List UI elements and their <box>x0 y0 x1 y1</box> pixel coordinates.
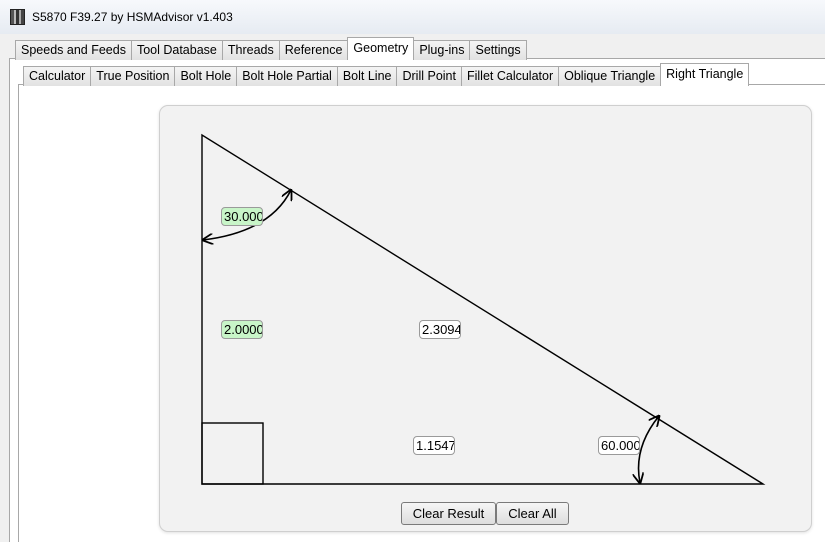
tab-oblique-triangle[interactable]: Oblique Triangle <box>558 66 662 86</box>
tab-drill-point[interactable]: Drill Point <box>396 66 462 86</box>
right-triangle-card <box>159 105 812 532</box>
angle-bottom-field[interactable]: 60.000 <box>598 436 640 455</box>
tab-tool-database[interactable]: Tool Database <box>130 40 223 60</box>
hypotenuse-field[interactable]: 2.3094 <box>419 320 461 339</box>
title-bar: S5870 F39.27 by HSMAdvisor v1.403 <box>0 0 825 35</box>
tab-fillet-calculator[interactable]: Fillet Calculator <box>460 66 560 86</box>
tab-settings[interactable]: Settings <box>469 40 527 60</box>
tab-true-position[interactable]: True Position <box>90 66 176 86</box>
tab-reference[interactable]: Reference <box>278 40 349 60</box>
tab-calculator[interactable]: Calculator <box>23 66 92 86</box>
angle-top-input[interactable]: 30.000 <box>221 207 263 226</box>
bottom-side-field[interactable]: 1.1547 <box>413 436 455 455</box>
app-icon <box>10 9 25 25</box>
main-tab-bar: Speeds and Feeds Tool Database Threads R… <box>15 37 527 60</box>
vertical-side-input[interactable]: 2.0000 <box>221 320 263 339</box>
tab-bolt-hole-partial[interactable]: Bolt Hole Partial <box>236 66 338 86</box>
tab-speeds-and-feeds[interactable]: Speeds and Feeds <box>15 40 132 60</box>
tab-right-triangle[interactable]: Right Triangle <box>660 63 750 86</box>
clear-all-button[interactable]: Clear All <box>496 502 569 525</box>
tab-geometry[interactable]: Geometry <box>347 37 415 60</box>
window-title: S5870 F39.27 by HSMAdvisor v1.403 <box>32 10 233 24</box>
clear-result-button[interactable]: Clear Result <box>401 502 496 525</box>
tab-bolt-line[interactable]: Bolt Line <box>336 66 398 86</box>
tab-threads[interactable]: Threads <box>221 40 280 60</box>
geometry-tab-bar: Calculator True Position Bolt Hole Bolt … <box>23 63 750 86</box>
tab-bolt-hole[interactable]: Bolt Hole <box>174 66 238 86</box>
tab-plug-ins[interactable]: Plug-ins <box>413 40 471 60</box>
